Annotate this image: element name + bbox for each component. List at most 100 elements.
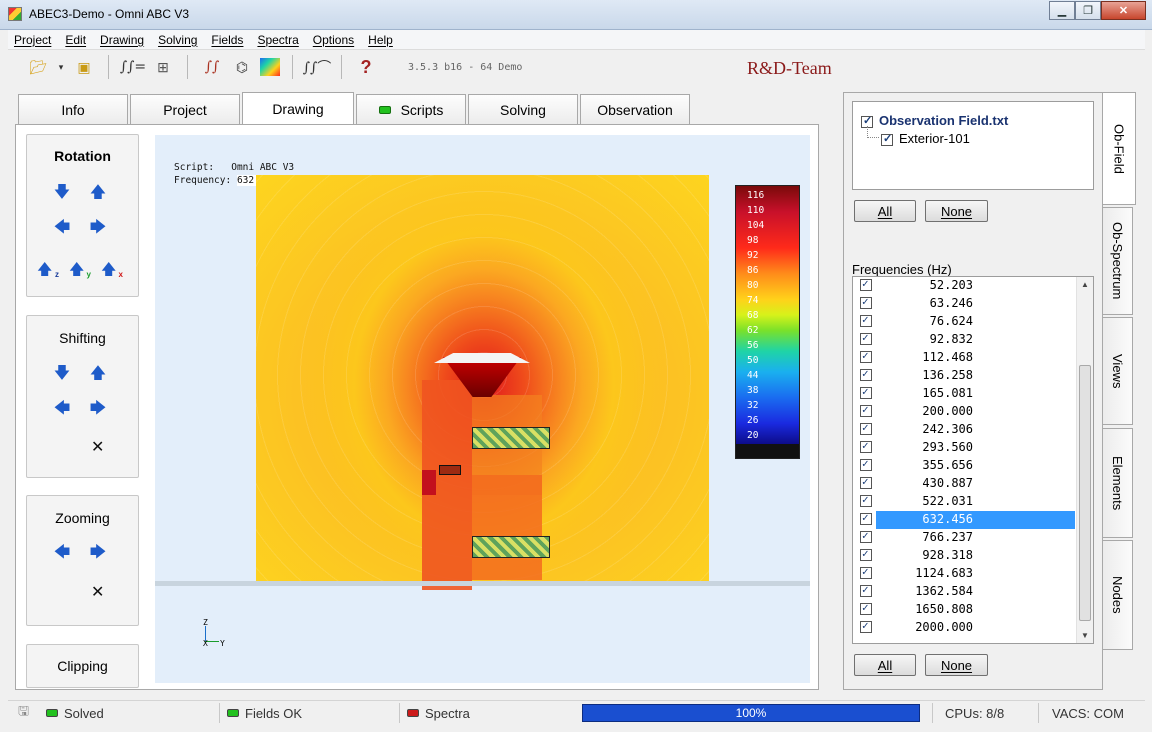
close-button[interactable]: ✕: [1101, 1, 1146, 20]
shift-down-arrow-icon[interactable]: 🡇: [52, 365, 72, 385]
select-all-fields-button[interactable]: All: [854, 200, 916, 222]
menu-drawing[interactable]: Drawing: [100, 33, 144, 47]
drawing-canvas[interactable]: Script: Omni ABC V3 Frequency: 632.456 H…: [155, 135, 810, 683]
menu-edit[interactable]: Edit: [65, 33, 86, 47]
select-none-frequencies-button[interactable]: None: [925, 654, 988, 676]
maximize-button[interactable]: ❐: [1075, 1, 1101, 20]
tab-solving[interactable]: Solving: [468, 94, 578, 124]
shifting-group: Shifting 🡇 🡅 🡄 🡆 ✕: [26, 315, 139, 478]
colorbar-tick-label: 50: [747, 355, 759, 366]
frequency-item[interactable]: 766.237: [853, 529, 1075, 547]
status-separator: [399, 703, 400, 723]
select-all-frequencies-button[interactable]: All: [854, 654, 916, 676]
select-none-fields-button[interactable]: None: [925, 200, 988, 222]
menu-project[interactable]: Project: [14, 33, 51, 47]
side-tab-nodes[interactable]: Nodes: [1103, 540, 1133, 650]
shift-up-arrow-icon[interactable]: 🡅: [88, 365, 108, 385]
frequency-item[interactable]: 1362.584: [853, 583, 1075, 601]
dropdown-arrow-icon[interactable]: ▾: [56, 55, 66, 79]
zoom-reset-icon[interactable]: ✕: [91, 582, 104, 602]
rotate-right-arrow-icon[interactable]: 🡆: [88, 219, 108, 239]
wireframe-icon[interactable]: ⌬: [230, 55, 254, 79]
rotate-left-arrow-icon[interactable]: 🡄: [52, 219, 72, 239]
status-separator: [1038, 703, 1039, 723]
frequency-value: 92.832: [929, 332, 973, 346]
field-map-icon[interactable]: [260, 58, 280, 76]
frequencies-label-text: Frequencies (Hz): [852, 262, 952, 277]
scroll-thumb[interactable]: [1079, 365, 1091, 621]
integral-solve-icon[interactable]: ∫∫=: [120, 55, 146, 79]
scroll-down-icon[interactable]: ▼: [1081, 631, 1089, 640]
side-tab-elements[interactable]: Elements: [1103, 428, 1133, 538]
frequency-item[interactable]: 136.258: [853, 367, 1075, 385]
axes-gizmo: Z X Y: [201, 618, 231, 648]
shift-right-arrow-icon[interactable]: 🡆: [88, 400, 108, 420]
frequency-item[interactable]: 1124.683: [853, 565, 1075, 583]
tab-drawing[interactable]: Drawing: [242, 92, 354, 124]
minimize-button[interactable]: ▁: [1049, 1, 1075, 20]
frequency-item[interactable]: 76.624: [853, 313, 1075, 331]
rotate-z-axis-icon[interactable]: 🡅 z: [37, 259, 59, 279]
frequency-item[interactable]: 242.306: [853, 421, 1075, 439]
tree-child-item[interactable]: Exterior-101: [881, 131, 970, 146]
tree-root-item[interactable]: Observation Field.txt: [861, 113, 1008, 128]
integral-spectrum-icon[interactable]: ∫∫⌒: [303, 55, 332, 79]
frequency-item[interactable]: 63.246: [853, 295, 1075, 313]
frequency-item[interactable]: 2000.000: [853, 619, 1075, 637]
open-folder-icon[interactable]: 📂︎: [26, 55, 50, 79]
menu-options[interactable]: Options: [313, 33, 354, 47]
status-separator: [932, 703, 933, 723]
frequency-item[interactable]: 430.887: [853, 475, 1075, 493]
frequency-value: 242.306: [922, 422, 973, 436]
frequency-item[interactable]: 355.656: [853, 457, 1075, 475]
observation-panel: Observation Field.txt Exterior-101 All N…: [843, 92, 1103, 690]
frequency-item[interactable]: 92.832: [853, 331, 1075, 349]
integral-colors-icon[interactable]: ∫∫: [200, 55, 224, 79]
menu-solving[interactable]: Solving: [158, 33, 197, 47]
rotate-x-axis-icon[interactable]: 🡅 x: [101, 259, 123, 279]
frequency-item[interactable]: 200.000: [853, 403, 1075, 421]
tab-observation[interactable]: Observation: [580, 94, 690, 124]
frequency-item[interactable]: 522.031: [853, 493, 1075, 511]
frequency-item[interactable]: 928.318: [853, 547, 1075, 565]
menu-fields[interactable]: Fields: [211, 33, 243, 47]
shift-left-arrow-icon[interactable]: 🡄: [52, 400, 72, 420]
colorbar-tick-label: 62: [747, 325, 759, 336]
ground-plane: [155, 581, 810, 586]
frequency-item[interactable]: 112.468: [853, 349, 1075, 367]
frequency-item[interactable]: 165.081: [853, 385, 1075, 403]
rotate-up-arrow-icon[interactable]: 🡅: [88, 184, 108, 204]
tab-project[interactable]: Project: [130, 94, 240, 124]
zoom-in-arrow-icon[interactable]: 🡆: [88, 544, 108, 564]
colorbar-tick-label: 56: [747, 340, 759, 351]
frequency-item[interactable]: 52.203: [853, 277, 1075, 295]
frequency-value: 355.656: [922, 458, 973, 472]
zoom-out-arrow-icon[interactable]: 🡄: [52, 544, 72, 564]
save-project-icon[interactable]: ▣: [72, 55, 96, 79]
observation-tree: Observation Field.txt Exterior-101: [852, 101, 1094, 190]
side-tab-ob-spectrum[interactable]: Ob-Spectrum: [1103, 207, 1133, 315]
frequency-value: 63.246: [929, 296, 973, 310]
rotate-down-arrow-icon[interactable]: 🡇: [52, 184, 72, 204]
rotate-y-axis-icon[interactable]: 🡅 y: [69, 259, 91, 279]
checkbox-icon[interactable]: [881, 132, 893, 146]
side-tab-label: Elements: [1110, 455, 1125, 511]
scroll-up-icon[interactable]: ▲: [1081, 280, 1089, 289]
tab-scripts[interactable]: Scripts: [356, 94, 466, 124]
menu-help[interactable]: Help: [368, 33, 393, 47]
side-tab-ob-field[interactable]: Ob-Field: [1103, 92, 1136, 205]
side-tab-views[interactable]: Views: [1103, 317, 1133, 425]
colorbar-tick-label: 104: [747, 220, 765, 231]
frequency-item[interactable]: 1650.808: [853, 601, 1075, 619]
help-icon[interactable]: ?: [354, 55, 378, 79]
menu-spectra[interactable]: Spectra: [257, 33, 298, 47]
shift-reset-icon[interactable]: ✕: [91, 437, 104, 457]
mesh-icon[interactable]: ⊞: [151, 55, 175, 79]
frequency-scrollbar[interactable]: ▲ ▼: [1076, 277, 1093, 643]
tab-info[interactable]: Info: [18, 94, 128, 124]
clipping-group: Clipping: [26, 644, 139, 688]
frequency-item[interactable]: 293.560: [853, 439, 1075, 457]
frequency-value: 1650.808: [915, 602, 973, 616]
frequency-item[interactable]: 632.456: [853, 511, 1075, 529]
window-controls: ▁ ❐ ✕: [1049, 1, 1146, 20]
